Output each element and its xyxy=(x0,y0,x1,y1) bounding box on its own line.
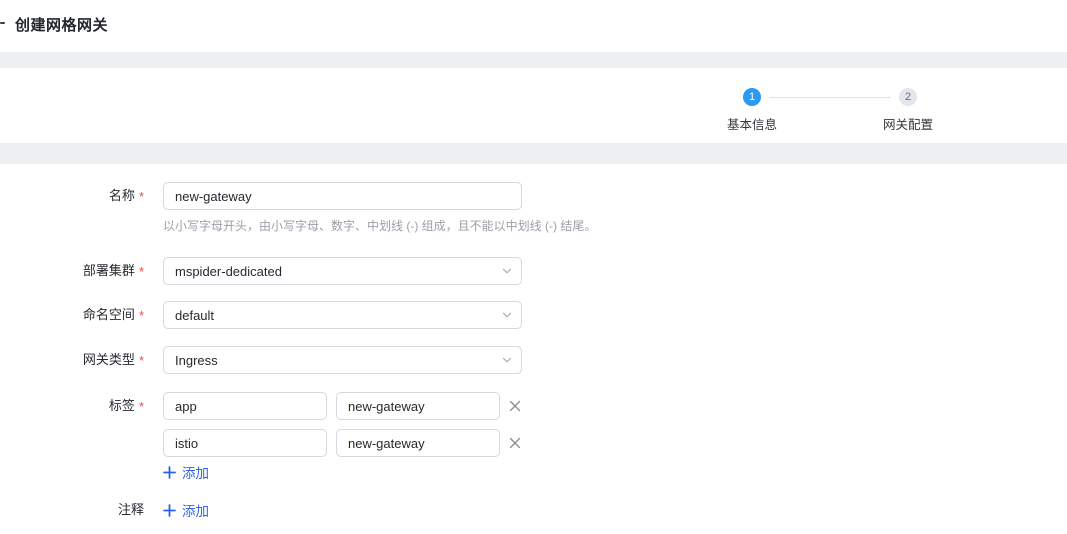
name-helper-row: 以小写字母开头，由小写字母、数字、中划线 (-) 组成，且不能以中划线 (-) … xyxy=(163,217,1067,235)
required-asterisk: * xyxy=(139,183,144,211)
back-arrow-icon[interactable] xyxy=(0,22,5,24)
name-field-label-wrap: 名称 * xyxy=(0,182,144,210)
step-2-number: 2 xyxy=(905,91,911,103)
required-asterisk: * xyxy=(139,302,144,330)
create-mesh-gateway-page: 创建网格网关 1 2 基本信息 网关配置 名称 * 以小写字母开头，由小写字母、… xyxy=(0,0,1067,534)
cluster-select[interactable] xyxy=(163,257,522,285)
remove-label-button[interactable] xyxy=(507,435,523,451)
separator-band xyxy=(0,143,1067,164)
namespace-select[interactable] xyxy=(163,301,522,329)
plus-icon xyxy=(163,466,176,479)
close-icon xyxy=(508,399,522,413)
step-1-number: 1 xyxy=(749,91,755,103)
label-key-input[interactable] xyxy=(163,429,327,457)
close-icon xyxy=(508,436,522,450)
plus-icon xyxy=(163,504,176,517)
gateway-type-field-label-wrap: 网关类型 * xyxy=(0,346,144,374)
step-2-label: 网关配置 xyxy=(848,114,968,133)
form-row-annotations: 注释 添加 xyxy=(0,502,1067,518)
step-1-label: 基本信息 xyxy=(692,114,812,133)
add-annotation-text: 添加 xyxy=(182,500,209,520)
labels-field-label-wrap: 标签 * xyxy=(0,392,144,420)
namespace-field-label: 命名空间 xyxy=(83,301,135,329)
required-asterisk: * xyxy=(139,258,144,286)
label-kv-row xyxy=(163,429,523,457)
gateway-type-select[interactable] xyxy=(163,346,522,374)
cluster-field-label-wrap: 部署集群 * xyxy=(0,257,144,285)
label-kv-row xyxy=(163,392,523,420)
required-asterisk: * xyxy=(139,347,144,375)
separator-band xyxy=(0,52,1067,68)
required-asterisk: * xyxy=(139,393,144,421)
add-annotation-button[interactable]: 添加 xyxy=(163,502,209,518)
add-label-button[interactable]: 添加 xyxy=(163,464,523,480)
cluster-field-label: 部署集群 xyxy=(83,257,135,285)
label-value-input[interactable] xyxy=(336,392,500,420)
page-title: 创建网格网关 xyxy=(15,14,108,35)
label-key-input[interactable] xyxy=(163,392,327,420)
form-row-name: 名称 * xyxy=(0,182,1067,210)
gateway-type-field-label: 网关类型 xyxy=(83,346,135,374)
step-connector-line xyxy=(769,97,891,98)
name-input[interactable] xyxy=(163,182,522,210)
basic-info-form: 名称 * 以小写字母开头，由小写字母、数字、中划线 (-) 组成，且不能以中划线… xyxy=(0,164,1067,534)
form-row-namespace: 命名空间 * xyxy=(0,301,1067,329)
form-row-cluster: 部署集群 * xyxy=(0,257,1067,285)
add-label-text: 添加 xyxy=(182,462,209,482)
name-helper-text: 以小写字母开头，由小写字母、数字、中划线 (-) 组成，且不能以中划线 (-) … xyxy=(163,219,596,233)
step-1-circle[interactable]: 1 xyxy=(743,88,761,106)
label-value-input[interactable] xyxy=(336,429,500,457)
stepper: 1 2 基本信息 网关配置 xyxy=(0,68,1067,143)
step-2-circle[interactable]: 2 xyxy=(899,88,917,106)
page-header: 创建网格网关 xyxy=(0,0,1067,52)
annotations-field-label-wrap: 注释 xyxy=(0,502,144,518)
labels-field-label: 标签 xyxy=(109,392,135,420)
form-row-labels: 标签 * xyxy=(0,392,1067,480)
annotations-field-label: 注释 xyxy=(118,502,144,518)
remove-label-button[interactable] xyxy=(507,398,523,414)
name-field-label: 名称 xyxy=(109,182,135,210)
form-row-gateway-type: 网关类型 * xyxy=(0,346,1067,374)
namespace-field-label-wrap: 命名空间 * xyxy=(0,301,144,329)
